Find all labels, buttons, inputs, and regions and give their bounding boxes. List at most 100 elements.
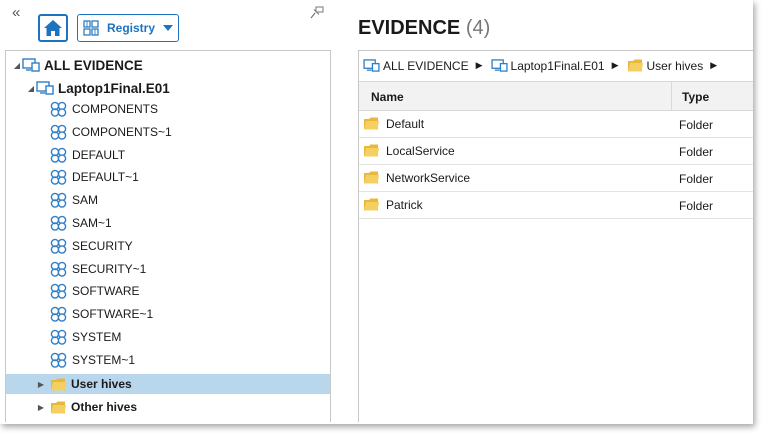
cell-name: Default	[363, 116, 424, 131]
app-window: « Registry ◢ ALL EVIDENCE ◢ Laptop1Final…	[0, 0, 753, 424]
tree-item-hive[interactable]: SOFTWARE	[6, 281, 330, 301]
table-row[interactable]: Default Folder	[359, 111, 753, 138]
expanded-arrow-icon[interactable]: ◢	[26, 84, 36, 93]
tree-item-label: COMPONENTS	[72, 102, 159, 116]
tree-item-label: SECURITY~1	[72, 261, 147, 276]
tree-item-all-evidence[interactable]: ◢ ALL EVIDENCE	[6, 55, 330, 75]
cell-name-text: NetworkService	[386, 170, 471, 185]
tree-item-label: SECURITY	[72, 238, 133, 253]
cell-name-text: Patrick	[386, 197, 423, 212]
registry-hive-icon	[50, 283, 68, 300]
tree-item-hive[interactable]: SECURITY	[6, 236, 330, 256]
tree-item-hive[interactable]: DEFAULT~1	[6, 167, 330, 187]
cell-name-text: Default	[386, 116, 425, 131]
registry-hive-icon	[50, 147, 68, 163]
registry-hive-icon	[50, 215, 68, 231]
registry-hive-icon	[50, 124, 68, 140]
registry-dropdown-button[interactable]: Registry	[77, 14, 179, 42]
tree-item-hive[interactable]: SYSTEM~1	[6, 350, 330, 370]
chevron-down-icon	[163, 25, 174, 31]
home-button[interactable]	[38, 14, 68, 42]
breadcrumb-arrow-icon[interactable]: ▶	[710, 60, 717, 71]
registry-grid-icon	[83, 20, 99, 36]
tree-item-hive[interactable]: COMPONENTS~1	[6, 122, 330, 142]
registry-hive-icon	[50, 192, 68, 208]
tree-item-label: SOFTWARE~1	[72, 307, 154, 322]
evidence-computer-icon	[490, 59, 508, 72]
file-table: Name Type Default Folder LocalService Folde…	[359, 81, 753, 219]
breadcrumb-label: ALL EVIDENCE	[383, 58, 469, 73]
tree-item-label: User hives	[71, 377, 132, 391]
tree-item-label: ALL EVIDENCE	[44, 57, 143, 73]
breadcrumb-item[interactable]: Laptop1Final.E01	[490, 58, 605, 73]
page-title-text: EVIDENCE	[358, 17, 461, 39]
registry-hive-icon	[50, 238, 68, 254]
collapsed-arrow-icon[interactable]: ▶	[36, 403, 46, 412]
evidence-tree: ◢ ALL EVIDENCE ◢ Laptop1Final.E01 COMPON…	[5, 50, 331, 422]
breadcrumb-label: Laptop1Final.E01	[510, 58, 605, 73]
evidence-computer-icon	[36, 81, 54, 95]
registry-hive-icon	[50, 306, 68, 322]
collapsed-arrow-icon[interactable]: ▶	[36, 380, 46, 389]
table-row[interactable]: LocalService Folder	[359, 138, 753, 165]
breadcrumb-item[interactable]: ALL EVIDENCE	[363, 59, 469, 73]
item-count: (4)	[465, 17, 491, 39]
cell-name: LocalService	[363, 143, 455, 158]
tree-item-hive[interactable]: SOFTWARE~1	[6, 304, 330, 324]
home-icon	[44, 20, 62, 36]
tree-item-label: SAM~1	[72, 216, 112, 230]
tree-item-hive[interactable]: SAM	[6, 190, 330, 210]
tree-item-hive[interactable]: SECURITY~1	[6, 259, 330, 279]
registry-hive-icon	[50, 352, 68, 368]
registry-hive-icon	[50, 101, 68, 117]
tree-item-hive[interactable]: DEFAULT	[6, 145, 330, 165]
content-area: ALL EVIDENCE ▶ Laptop1Final.E01 ▶ User hives…	[358, 50, 753, 422]
tree-item-label: COMPONENTS~1	[72, 124, 172, 139]
table-row[interactable]: NetworkService Folder	[359, 165, 753, 192]
column-divider[interactable]	[671, 82, 672, 110]
registry-hive-icon	[50, 169, 68, 186]
tree-item-evidence-file[interactable]: ◢ Laptop1Final.E01	[6, 78, 330, 98]
evidence-computer-icon	[363, 59, 380, 72]
folder-icon	[627, 58, 644, 73]
breadcrumb-arrow-icon[interactable]: ▶	[476, 60, 483, 71]
tree-item-folder[interactable]: ▶ User hives	[6, 374, 330, 394]
column-header-type[interactable]: Type	[682, 90, 709, 104]
left-pane: « Registry ◢ ALL EVIDENCE ◢ Laptop1Final…	[0, 0, 340, 424]
evidence-computer-icon	[22, 58, 40, 72]
tree-item-label: SOFTWARE	[72, 284, 140, 299]
cell-type: Folder	[679, 172, 714, 186]
folder-icon	[50, 377, 67, 392]
breadcrumb: ALL EVIDENCE ▶ Laptop1Final.E01 ▶ User hives…	[363, 58, 725, 73]
breadcrumb-arrow-icon[interactable]: ▶	[612, 60, 619, 71]
folder-icon	[363, 143, 380, 158]
breadcrumb-label: User hives	[646, 58, 704, 73]
page-title: EVIDENCE (4)	[358, 17, 490, 40]
registry-hive-icon	[50, 329, 68, 345]
pin-icon[interactable]	[310, 6, 324, 20]
folder-icon	[363, 170, 380, 185]
folder-icon	[363, 116, 380, 131]
cell-type: Folder	[679, 145, 714, 159]
column-header-name[interactable]: Name	[371, 90, 404, 104]
tree-item-label: Other hives	[71, 400, 138, 414]
expanded-arrow-icon[interactable]: ◢	[12, 61, 22, 70]
tree-item-label: SYSTEM~1	[72, 352, 136, 367]
cell-name: NetworkService	[363, 170, 470, 185]
cell-type: Folder	[679, 118, 714, 132]
tree-item-hive[interactable]: COMPONENTS	[6, 99, 330, 119]
cell-name: Patrick	[363, 197, 423, 212]
right-pane: EVIDENCE (4) ALL EVIDENCE ▶ Laptop1Final.E…	[358, 0, 753, 424]
table-row[interactable]: Patrick Folder	[359, 192, 753, 219]
tree-item-hive[interactable]: SAM~1	[6, 213, 330, 233]
registry-label: Registry	[107, 21, 156, 35]
table-header: Name Type	[359, 81, 753, 111]
tree-item-label: Laptop1Final.E01	[58, 80, 170, 96]
tree-item-hive[interactable]: SYSTEM	[6, 327, 330, 347]
folder-icon	[363, 197, 380, 212]
breadcrumb-item[interactable]: User hives	[627, 58, 704, 73]
folder-icon	[50, 400, 67, 415]
collapse-pane-button[interactable]: «	[12, 5, 20, 20]
tree-item-label: DEFAULT	[72, 147, 126, 162]
tree-item-folder[interactable]: ▶ Other hives	[6, 397, 330, 417]
